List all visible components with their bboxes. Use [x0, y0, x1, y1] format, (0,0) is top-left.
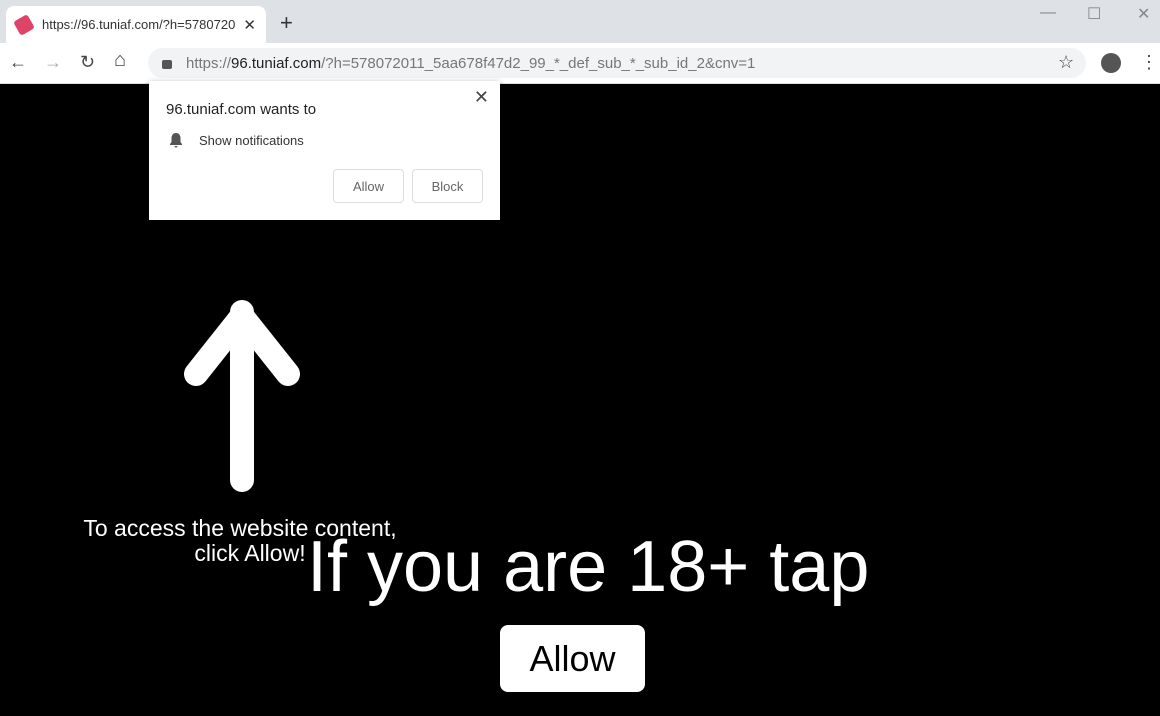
home-button[interactable]: ⌂ [114, 49, 126, 72]
url-path: /?h=578072011_5aa678f47d2_99_*_def_sub_*… [321, 54, 756, 72]
up-arrow-icon [184, 300, 300, 492]
profile-icon[interactable] [1101, 53, 1121, 73]
minimize-button[interactable]: — [1040, 4, 1056, 22]
permission-label: Show notifications [199, 132, 304, 148]
reload-button[interactable]: ↻ [80, 52, 95, 73]
url-scheme: https:// [186, 54, 232, 72]
tab-bar: https://96.tuniaf.com/?h=578072011_5aa67… [0, 0, 1160, 43]
bell-icon [170, 133, 182, 148]
popup-block-button[interactable]: Block [412, 169, 483, 203]
window-close-button[interactable]: ✕ [1137, 4, 1150, 24]
page-allow-button[interactable]: Allow [500, 625, 645, 692]
popup-allow-button[interactable]: Allow [333, 169, 404, 203]
bookmark-star-icon[interactable]: ☆ [1058, 52, 1074, 73]
url-host: 96.tuniaf.com [231, 54, 322, 72]
maximize-button[interactable]: ☐ [1087, 4, 1101, 24]
tab-title: https://96.tuniaf.com/?h=578072011_5aa67… [42, 17, 236, 32]
tab-close-icon[interactable]: ✕ [243, 16, 256, 34]
address-bar[interactable]: https://96.tuniaf.com/?h=578072011_5aa67… [148, 48, 1086, 78]
notification-permission-popup: 96.tuniaf.com wants to ✕ Show notificati… [149, 81, 500, 220]
headline: If you are 18+ tap [307, 527, 870, 607]
lock-icon [162, 60, 172, 69]
new-tab-button[interactable]: + [280, 10, 293, 36]
browser-toolbar: ← → ↻ ⌂ https://96.tuniaf.com/?h=5780720… [0, 43, 1160, 84]
favicon-icon [13, 13, 35, 36]
popup-close-icon[interactable]: ✕ [474, 87, 489, 108]
active-tab[interactable]: https://96.tuniaf.com/?h=578072011_5aa67… [6, 6, 266, 43]
back-button[interactable]: ← [9, 52, 27, 73]
forward-button[interactable]: → [44, 52, 62, 73]
popup-heading: 96.tuniaf.com wants to [166, 101, 317, 118]
menu-icon[interactable]: ⋮ [1140, 52, 1158, 73]
